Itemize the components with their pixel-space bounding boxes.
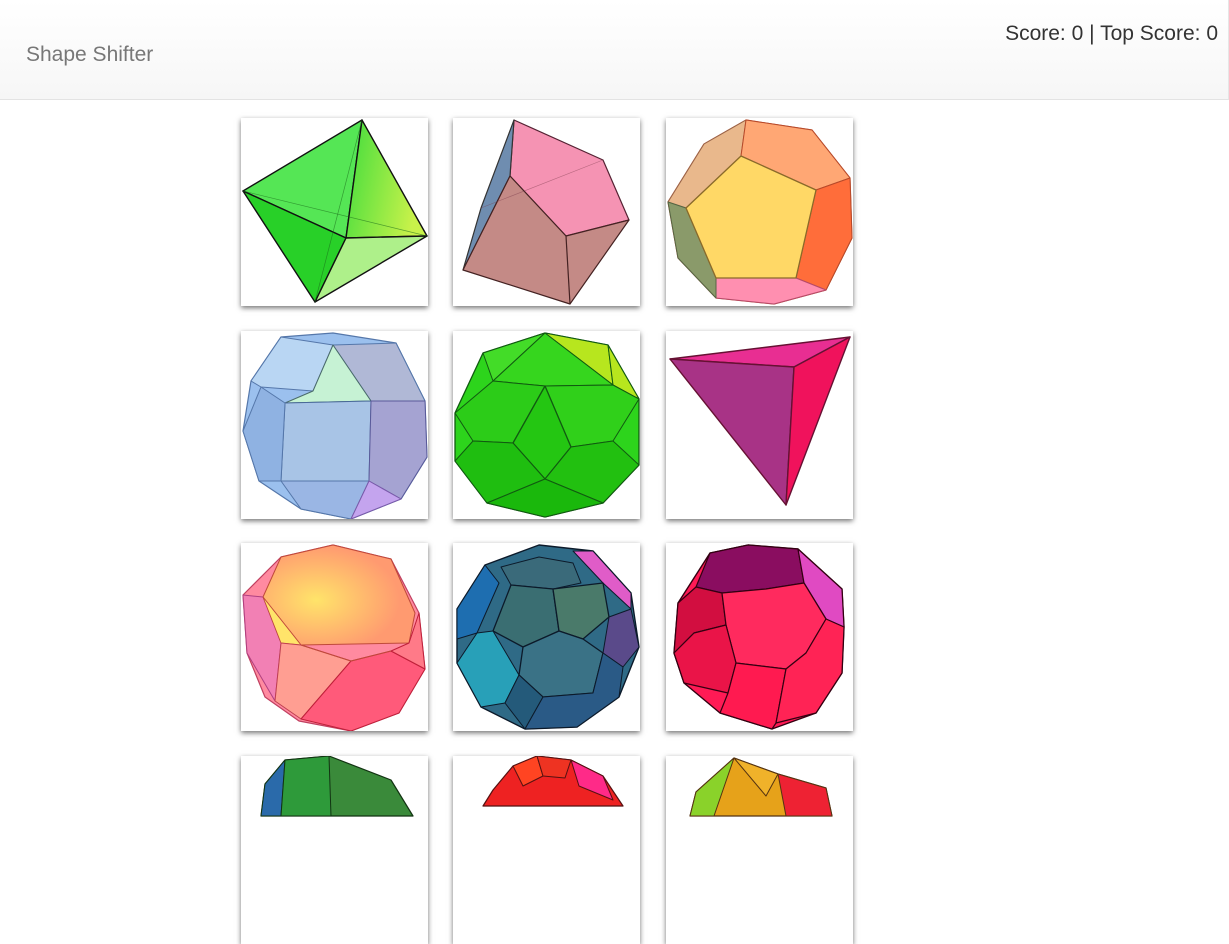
- score-separator: |: [1089, 22, 1095, 45]
- green-polyhedron-icon: [260, 756, 414, 817]
- navbar: Shape Shifter Score: 0 | Top Score: 0: [0, 0, 1229, 100]
- shape-card-green-polyhedron[interactable]: [241, 756, 428, 944]
- shape-card-truncated-octahedron-red[interactable]: [666, 543, 853, 731]
- shape-card-octahedron[interactable]: [241, 118, 428, 306]
- score-label: Score:: [1005, 22, 1066, 45]
- shape-card-yellow-polyhedron[interactable]: [666, 756, 853, 944]
- shape-card-tetrahedron[interactable]: [666, 331, 853, 519]
- top-score-label: Top Score:: [1100, 22, 1201, 45]
- rhombicuboctahedron-icon: [242, 332, 428, 519]
- truncated-octahedron-icon: [673, 544, 845, 730]
- red-polyhedron-icon: [482, 756, 624, 807]
- shape-card-truncated-icosahedron[interactable]: [453, 543, 640, 731]
- score-value: 0: [1071, 22, 1084, 45]
- cube-icon: [462, 119, 630, 305]
- truncated-octahedron-icon: [242, 544, 426, 731]
- score-display: Score: 0 | Top Score: 0: [1005, 22, 1218, 46]
- shape-card-cube[interactable]: [453, 118, 640, 306]
- brand-title[interactable]: Shape Shifter: [26, 43, 153, 67]
- tetrahedron-icon: [669, 336, 851, 506]
- shape-card-rhombicuboctahedron[interactable]: [241, 331, 428, 519]
- shape-card-red-polyhedron[interactable]: [453, 756, 640, 944]
- dodecahedron-icon: [667, 119, 853, 305]
- shape-card-dodecahedron[interactable]: [666, 118, 853, 306]
- octahedron-icon: [242, 119, 428, 303]
- shape-card-icosidodecahedron[interactable]: [453, 331, 640, 519]
- icosidodecahedron-icon: [454, 332, 640, 518]
- top-score-value: 0: [1206, 22, 1218, 45]
- yellow-polyhedron-icon: [689, 757, 833, 817]
- truncated-icosahedron-icon: [456, 544, 640, 730]
- shape-card-truncated-octahedron-orange[interactable]: [241, 543, 428, 731]
